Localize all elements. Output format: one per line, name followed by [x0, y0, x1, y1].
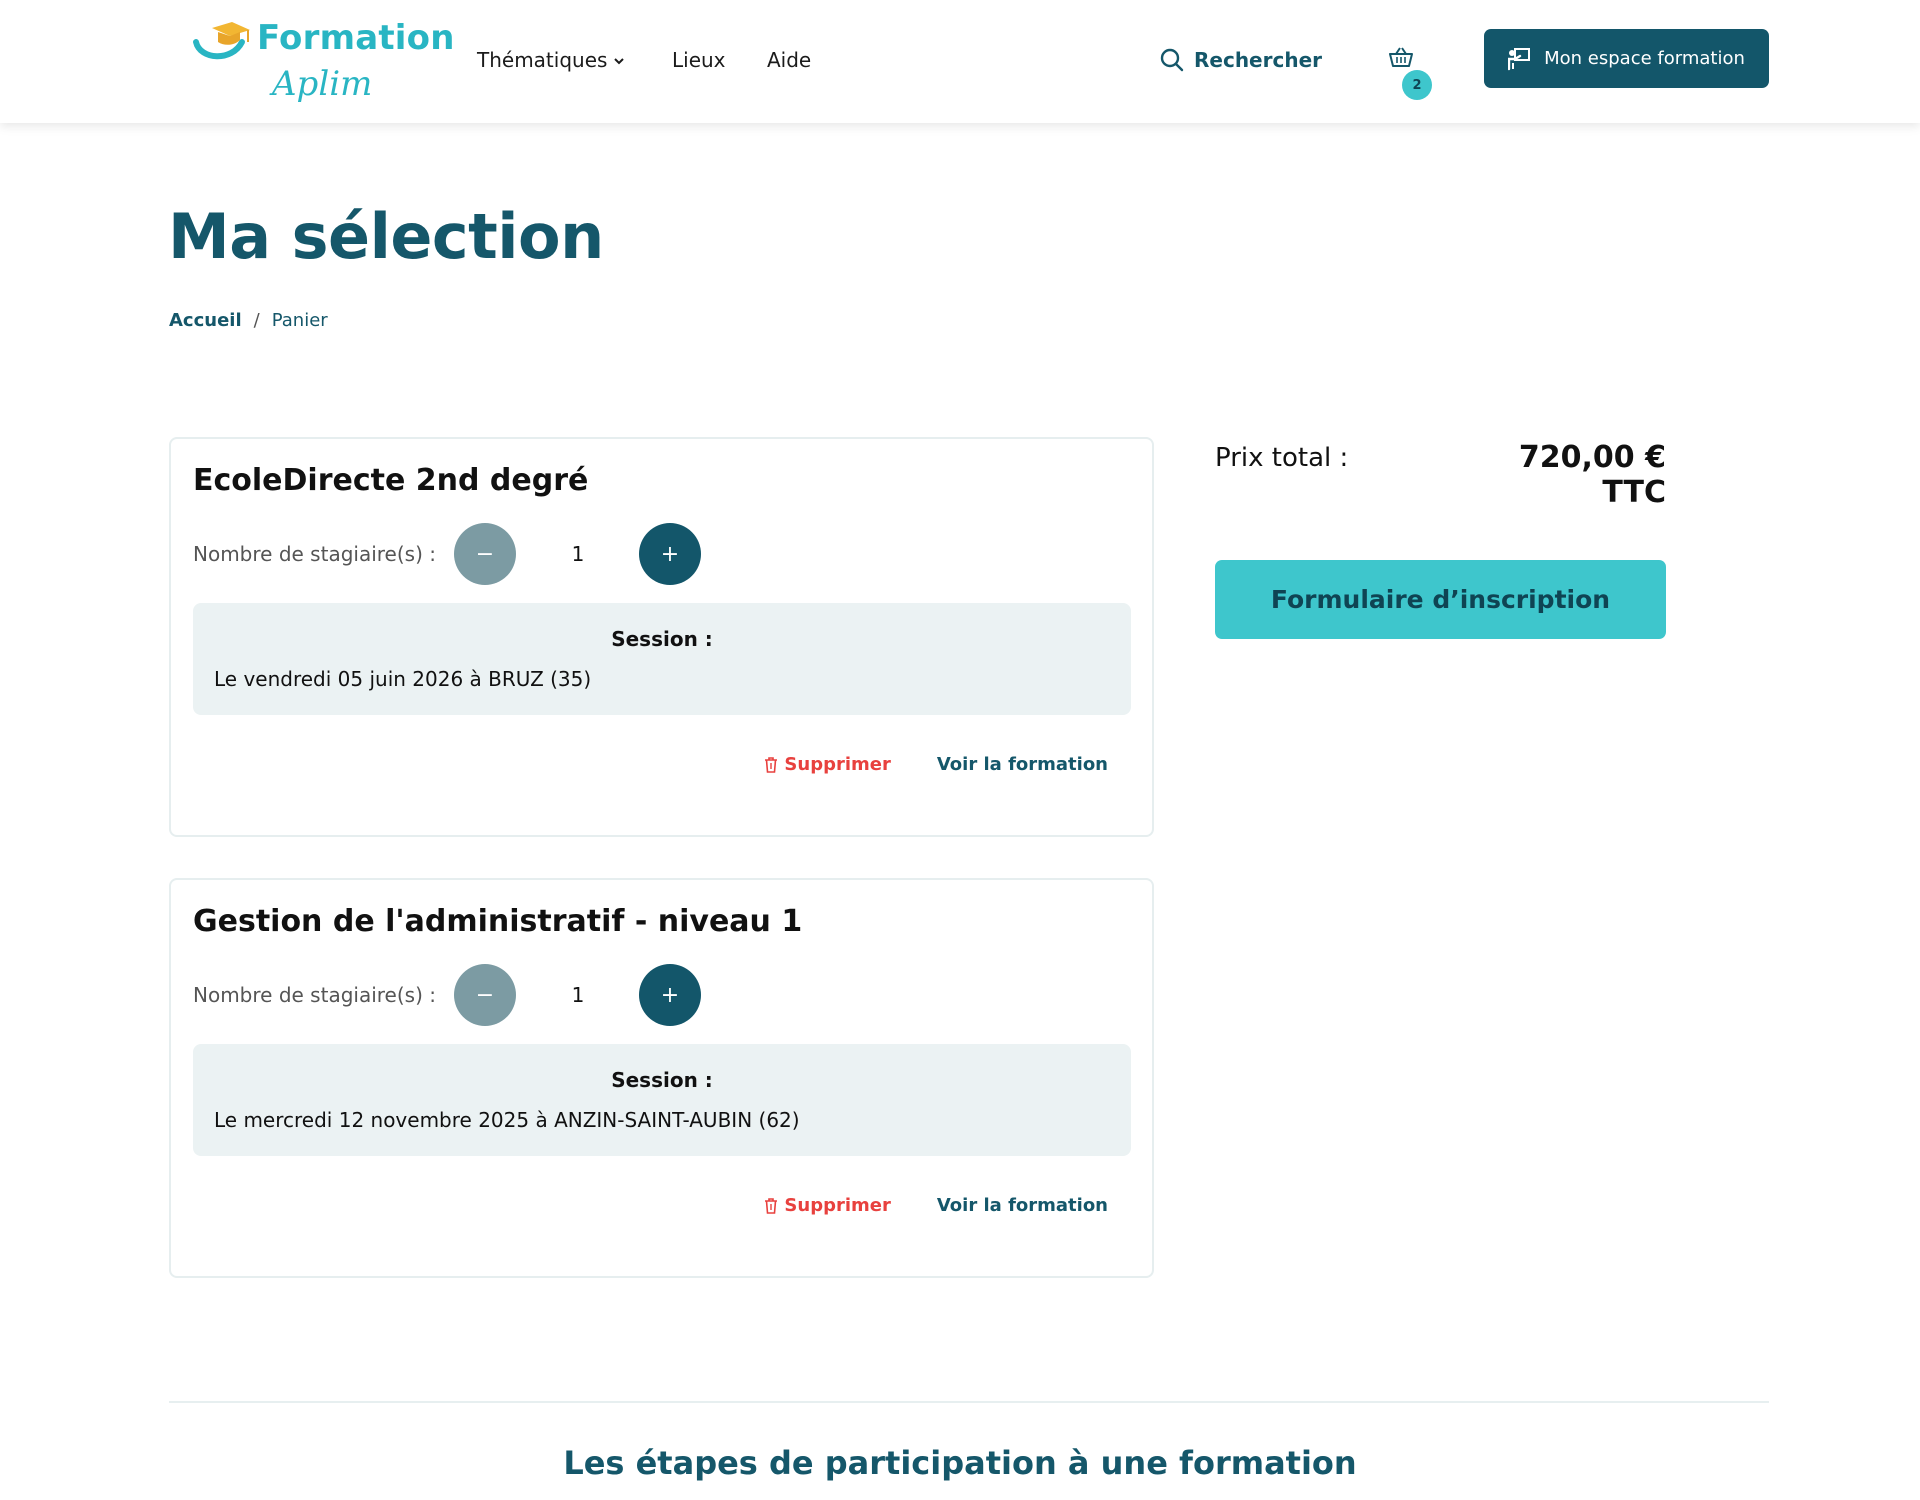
registration-form-label: Formulaire d’inscription [1270, 585, 1611, 614]
session-value: Le vendredi 05 juin 2026 à BRUZ (35) [214, 667, 592, 691]
breadcrumb: Accueil / Panier [169, 310, 328, 331]
breadcrumb-current: Panier [271, 310, 328, 331]
cart-item-card: Gestion de l'administratif - niveau 1 No… [169, 878, 1154, 1278]
delete-button[interactable]: Supprimer [764, 754, 891, 775]
trash-icon [765, 756, 778, 773]
plus-icon: + [660, 541, 680, 567]
cart-item-title: EcoleDirecte 2nd degré [193, 463, 589, 498]
delete-label: Supprimer [784, 754, 891, 775]
site-header: Formation Aplim Thématiques Lieux Aide R… [0, 0, 1920, 123]
chevron-down-icon [614, 58, 625, 65]
nav-aide[interactable]: Aide [767, 48, 811, 72]
card-actions: Supprimer Voir la formation [764, 754, 1108, 775]
quantity-stepper: Nombre de stagiaire(s) : − 1 + [193, 964, 793, 1026]
account-button[interactable]: Mon espace formation [1484, 29, 1769, 88]
registration-form-button[interactable]: Formulaire d’inscription [1215, 560, 1666, 639]
steps-section-title: Les étapes de participation à une format… [563, 1444, 1357, 1482]
breadcrumb-home-link[interactable]: Accueil [169, 310, 242, 331]
view-training-link[interactable]: Voir la formation [937, 754, 1108, 775]
session-label: Session : [611, 627, 713, 651]
nav-thematiques[interactable]: Thématiques [477, 48, 625, 72]
logo-wordmark: Formation [257, 18, 455, 58]
session-value: Le mercredi 12 novembre 2025 à ANZIN-SAI… [214, 1108, 800, 1132]
quantity-label: Nombre de stagiaire(s) : [193, 983, 436, 1007]
breadcrumb-separator: / [253, 310, 260, 331]
quantity-stepper: Nombre de stagiaire(s) : − 1 + [193, 523, 793, 585]
nav-thematiques-label: Thématiques [477, 48, 608, 72]
session-box: Session : Le vendredi 05 juin 2026 à BRU… [193, 603, 1131, 715]
logo[interactable]: Formation Aplim [190, 16, 454, 112]
session-label: Session : [611, 1068, 713, 1092]
search-icon [1160, 48, 1184, 72]
plus-icon: + [660, 982, 680, 1008]
cart-count-badge: 2 [1402, 70, 1432, 100]
page-title: Ma sélection [168, 200, 604, 273]
trash-icon [765, 1197, 778, 1214]
nav-lieux-label: Lieux [672, 48, 726, 72]
basket-icon [1389, 47, 1413, 67]
minus-icon: − [475, 541, 495, 567]
cart-item-title: Gestion de l'administratif - niveau 1 [193, 904, 803, 939]
cart-button[interactable]: 2 [1388, 46, 1432, 100]
section-divider [169, 1401, 1769, 1403]
total-price-label: Prix total : [1215, 443, 1349, 473]
quantity-value: 1 [571, 983, 585, 1007]
account-button-label: Mon espace formation [1544, 48, 1745, 69]
nav-aide-label: Aide [767, 48, 812, 72]
session-box: Session : Le mercredi 12 novembre 2025 à… [193, 1044, 1131, 1156]
quantity-label: Nombre de stagiaire(s) : [193, 542, 436, 566]
increase-quantity-button[interactable]: + [639, 964, 701, 1026]
decrease-quantity-button[interactable]: − [454, 523, 516, 585]
teacher-icon [1508, 47, 1531, 70]
minus-icon: − [475, 982, 495, 1008]
logo-subtitle: Aplim [272, 64, 373, 104]
delete-label: Supprimer [784, 1195, 891, 1216]
cart-item-card: EcoleDirecte 2nd degré Nombre de stagiai… [169, 437, 1154, 837]
view-training-link[interactable]: Voir la formation [937, 1195, 1108, 1216]
quantity-value: 1 [571, 542, 585, 566]
total-price-value: 720,00 € TTC [1518, 440, 1666, 510]
decrease-quantity-button[interactable]: − [454, 964, 516, 1026]
delete-button[interactable]: Supprimer [764, 1195, 891, 1216]
increase-quantity-button[interactable]: + [639, 523, 701, 585]
card-actions: Supprimer Voir la formation [764, 1195, 1108, 1216]
nav-lieux[interactable]: Lieux [672, 48, 726, 72]
graduation-cap-icon [193, 22, 250, 60]
search-label: Rechercher [1194, 48, 1323, 72]
search-button[interactable]: Rechercher [1160, 48, 1322, 72]
